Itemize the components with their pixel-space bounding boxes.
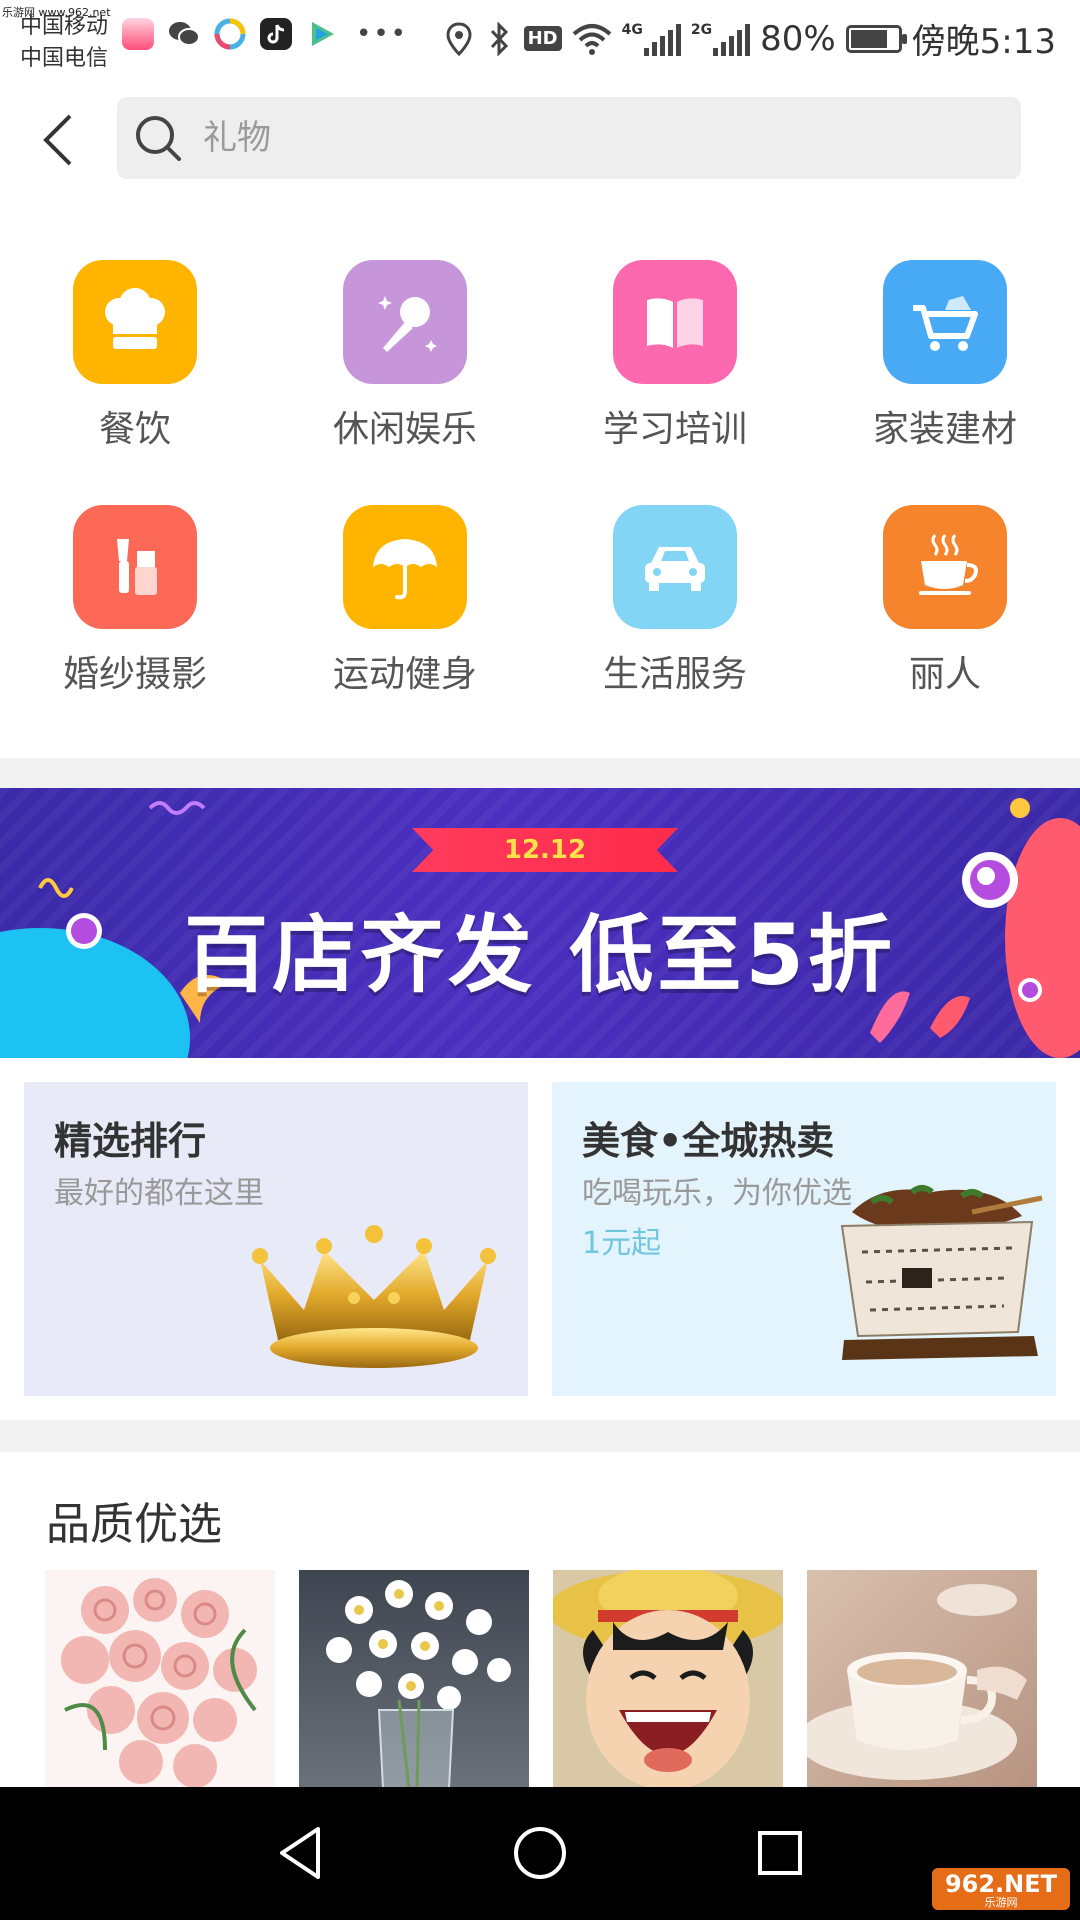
nav-home-icon[interactable] xyxy=(508,1821,572,1885)
grilled-food-image xyxy=(840,1185,1043,1360)
search-input[interactable] xyxy=(203,97,983,179)
hd-badge: HD xyxy=(523,26,562,51)
promo-price: 1元起 xyxy=(582,1226,662,1261)
back-arrow-icon[interactable] xyxy=(36,110,86,170)
category-label: 家装建材 xyxy=(872,409,1017,450)
promo-title: 精选排行 xyxy=(54,1119,207,1163)
category-label: 生活服务 xyxy=(602,654,747,695)
banner-date-ribbon: 12.12 xyxy=(412,828,678,872)
cart-icon xyxy=(883,260,1007,384)
promo-title: 美食•全城热卖 xyxy=(582,1119,835,1163)
coffee-icon xyxy=(883,505,1007,629)
carrier-2: 中国电信 xyxy=(20,46,109,71)
navigation-bar: 962.NET 乐游网 xyxy=(0,1787,1080,1920)
banner-title: 百店齐发 低至5折 xyxy=(184,906,896,1004)
browser-app-icon xyxy=(214,18,246,50)
category-fitness[interactable]: 运动健身 xyxy=(270,505,540,725)
bluetooth-icon xyxy=(490,21,508,56)
promo-subtitle: 吃喝玩乐，为你优选 xyxy=(582,1176,852,1211)
microphone-icon xyxy=(343,260,467,384)
section-divider xyxy=(0,758,1080,788)
makeup-icon xyxy=(73,505,197,629)
daisies-image[interactable] xyxy=(299,1570,529,1788)
category-label: 学习培训 xyxy=(602,409,747,450)
category-label: 丽人 xyxy=(908,654,981,695)
tiktok-icon xyxy=(260,18,292,50)
category-label: 运动健身 xyxy=(332,654,477,695)
quality-items xyxy=(45,1570,1037,1788)
crown-icon xyxy=(252,1225,496,1368)
notification-icons: ••• xyxy=(122,18,408,50)
category-label: 餐饮 xyxy=(98,409,171,450)
category-home-building[interactable]: 家装建材 xyxy=(810,260,1080,480)
coffee-cup-image[interactable] xyxy=(807,1570,1037,1788)
site-watermark-logo: 962.NET 乐游网 xyxy=(932,1868,1070,1910)
signal-4g-icon: 4G xyxy=(622,22,681,56)
category-education[interactable]: 学习培训 xyxy=(540,260,810,480)
section-divider xyxy=(0,1420,1080,1452)
category-wedding-photo[interactable]: 婚纱摄影 xyxy=(0,505,270,725)
nav-back-icon[interactable] xyxy=(270,1821,334,1885)
section-title: 品质优选 xyxy=(46,1499,222,1550)
promo-subtitle: 最好的都在这里 xyxy=(54,1176,264,1211)
category-catering[interactable]: 餐饮 xyxy=(0,260,270,480)
book-icon xyxy=(613,260,737,384)
battery-icon xyxy=(845,24,907,53)
promo-card-food[interactable]: 美食•全城热卖 吃喝玩乐，为你优选 1元起 xyxy=(552,1082,1056,1396)
category-label: 婚纱摄影 xyxy=(62,654,207,695)
shopping-app-icon xyxy=(122,18,154,50)
location-icon xyxy=(446,21,472,56)
car-icon xyxy=(613,505,737,629)
more-notifications-icon: ••• xyxy=(356,19,409,49)
cartoon-image[interactable] xyxy=(553,1570,783,1788)
search-bar[interactable] xyxy=(117,97,1021,179)
umbrella-icon xyxy=(343,505,467,629)
category-entertainment[interactable]: 休闲娱乐 xyxy=(270,260,540,480)
search-header xyxy=(0,84,1080,194)
clock: 傍晚5:13 xyxy=(911,22,1056,62)
chef-hat-icon xyxy=(73,260,197,384)
search-icon xyxy=(136,116,181,161)
status-bar: 乐游网 www.962.net 中国移动 中国电信 ••• HD 4G 2G 8… xyxy=(0,0,1080,72)
category-life-service[interactable]: 生活服务 xyxy=(540,505,810,725)
category-label: 休闲娱乐 xyxy=(332,409,477,450)
video-app-icon xyxy=(306,18,338,50)
category-beauty[interactable]: 丽人 xyxy=(810,505,1080,725)
carrier-1: 中国移动 xyxy=(20,14,109,39)
battery-percent: 80% xyxy=(760,18,836,59)
nav-recents-icon[interactable] xyxy=(748,1821,812,1885)
battery-level-fill xyxy=(850,29,887,48)
wechat-icon xyxy=(168,18,200,50)
wifi-icon xyxy=(572,23,611,55)
signal-2g-icon: 2G xyxy=(691,22,751,56)
promo-banner[interactable]: 12.12 百店齐发 低至5折 xyxy=(0,788,1080,1058)
roses-image[interactable] xyxy=(45,1570,275,1788)
promo-card-ranking[interactable]: 精选排行 最好的都在这里 xyxy=(24,1082,528,1396)
